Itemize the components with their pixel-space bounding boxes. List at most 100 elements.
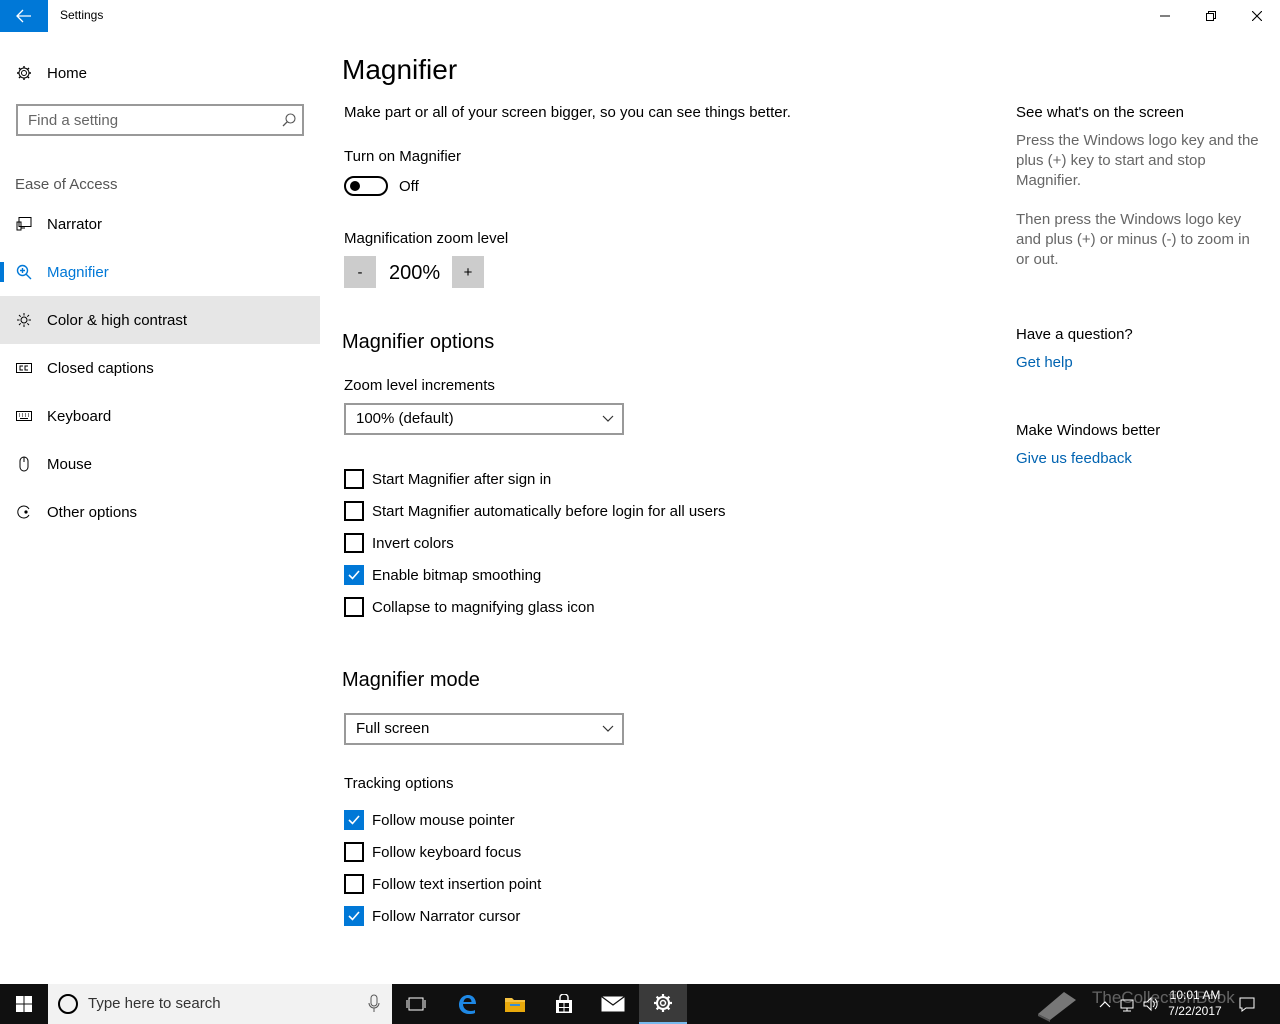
checkbox-checked[interactable] xyxy=(344,906,364,926)
mouse-icon xyxy=(15,455,33,473)
toggle-state: Off xyxy=(399,178,419,195)
folder-icon xyxy=(505,998,525,1012)
sidebar: Home Ease of Access Narrator Magnifier C… xyxy=(0,32,320,984)
tracking-keyboard-focus[interactable]: Follow keyboard focus xyxy=(344,842,521,862)
get-help-link[interactable]: Get help xyxy=(1016,354,1073,371)
checkbox-label: Follow keyboard focus xyxy=(372,843,522,861)
sidebar-item-closed-captions[interactable]: Closed captions xyxy=(0,344,320,392)
dropdown-value: Full screen xyxy=(356,720,430,737)
sidebar-item-label: Keyboard xyxy=(47,407,112,425)
window-title: Settings xyxy=(60,8,104,22)
action-center-icon[interactable] xyxy=(1238,995,1256,1013)
restore-button[interactable] xyxy=(1188,0,1234,32)
checkbox[interactable] xyxy=(344,501,364,521)
sidebar-home[interactable]: Home xyxy=(0,56,320,90)
see-screen-heading: See what's on the screen xyxy=(1016,104,1184,121)
checkbox-label: Follow mouse pointer xyxy=(372,811,515,829)
tracking-text-insertion[interactable]: Follow text insertion point xyxy=(344,874,541,894)
checkbox-checked[interactable] xyxy=(344,565,364,585)
checkmark-icon xyxy=(348,911,360,921)
taskbar-search-placeholder: Type here to search xyxy=(88,995,221,1012)
clock[interactable]: 10:01 AM 7/22/2017 xyxy=(1160,987,1230,1019)
tracking-mouse-pointer[interactable]: Follow mouse pointer xyxy=(344,810,515,830)
clock-time: 10:01 AM xyxy=(1169,988,1221,1002)
options-heading: Magnifier options xyxy=(342,331,495,353)
sidebar-item-label: Closed captions xyxy=(47,359,154,377)
other-options-icon xyxy=(15,503,33,521)
find-setting-input[interactable] xyxy=(28,111,268,129)
tracking-narrator-cursor[interactable]: Follow Narrator cursor xyxy=(344,906,520,926)
find-setting-box[interactable] xyxy=(16,104,304,136)
see-screen-text-1: Press the Windows logo key and the plus … xyxy=(1016,132,1259,189)
main-content: Magnifier Make part or all of your scree… xyxy=(320,32,980,984)
close-button[interactable] xyxy=(1234,0,1280,32)
dropdown-value: 100% (default) xyxy=(356,410,454,427)
option-start-before-login[interactable]: Start Magnifier automatically before log… xyxy=(344,501,726,521)
sidebar-item-magnifier[interactable]: Magnifier xyxy=(0,248,320,296)
back-button[interactable] xyxy=(0,0,48,32)
store-app[interactable] xyxy=(540,984,588,1024)
sidebar-item-label: Narrator xyxy=(47,215,103,233)
task-view-button[interactable] xyxy=(392,984,440,1024)
page-title: Magnifier xyxy=(342,54,458,85)
zoom-increments-dropdown[interactable]: 100% (default) xyxy=(344,403,624,435)
mail-app[interactable] xyxy=(589,984,637,1024)
option-bitmap-smoothing[interactable]: Enable bitmap smoothing xyxy=(344,565,541,585)
keyboard-icon xyxy=(15,407,33,425)
tracking-label: Tracking options xyxy=(344,775,454,792)
option-collapse-glass-icon[interactable]: Collapse to magnifying glass icon xyxy=(344,597,595,617)
mode-heading: Magnifier mode xyxy=(342,669,480,691)
magnifier-mode-dropdown[interactable]: Full screen xyxy=(344,713,624,745)
sidebar-item-keyboard[interactable]: Keyboard xyxy=(0,392,320,440)
checkbox-label: Follow Narrator cursor xyxy=(372,907,521,925)
sidebar-item-color-high-contrast[interactable]: Color & high contrast xyxy=(0,296,320,344)
page-description: Make part or all of your screen bigger, … xyxy=(344,104,791,121)
brightness-icon xyxy=(15,311,33,329)
start-button[interactable] xyxy=(0,984,48,1024)
checkbox[interactable] xyxy=(344,533,364,553)
taskbar: Type here to search TheCollectionBook 10… xyxy=(0,984,1280,1024)
file-explorer-app[interactable] xyxy=(491,984,539,1024)
sidebar-home-label: Home xyxy=(47,64,88,82)
zoom-in-button[interactable]: + xyxy=(452,256,484,288)
minimize-button[interactable] xyxy=(1142,0,1188,32)
sidebar-item-narrator[interactable]: Narrator xyxy=(0,200,320,248)
feedback-link[interactable]: Give us feedback xyxy=(1016,450,1132,467)
checkbox-checked[interactable] xyxy=(344,810,364,830)
watermark-book-icon xyxy=(1038,992,1076,1022)
checkbox-label: Start Magnifier automatically before log… xyxy=(372,502,726,520)
checkbox[interactable] xyxy=(344,874,364,894)
magnifier-toggle[interactable] xyxy=(344,176,388,196)
windows-logo-icon xyxy=(16,996,32,1012)
settings-gear-icon xyxy=(654,994,672,1012)
restore-icon xyxy=(1206,11,1216,21)
checkbox[interactable] xyxy=(344,597,364,617)
back-arrow-icon xyxy=(16,9,31,23)
edge-app[interactable] xyxy=(443,984,491,1024)
make-better-heading: Make Windows better xyxy=(1016,422,1161,439)
option-start-after-sign-in[interactable]: Start Magnifier after sign in xyxy=(344,469,551,489)
question-heading: Have a question? xyxy=(1016,326,1133,343)
chevron-down-icon xyxy=(602,415,614,422)
sidebar-item-mouse[interactable]: Mouse xyxy=(0,440,320,488)
checkbox[interactable] xyxy=(344,469,364,489)
network-icon[interactable] xyxy=(1118,995,1136,1013)
checkbox[interactable] xyxy=(344,842,364,862)
chevron-down-icon xyxy=(602,725,614,732)
settings-app[interactable] xyxy=(639,984,687,1024)
option-invert-colors[interactable]: Invert colors xyxy=(344,533,454,553)
edge-icon xyxy=(459,995,476,1014)
tray-chevron-up-icon[interactable] xyxy=(1096,995,1114,1013)
title-bar: Settings xyxy=(0,0,1280,32)
taskbar-search-box[interactable]: Type here to search xyxy=(48,984,392,1024)
search-icon[interactable] xyxy=(282,113,296,127)
right-panel: See what's on the screen Press the Windo… xyxy=(1016,32,1276,984)
sidebar-item-label: Color & high contrast xyxy=(47,311,188,329)
magnifier-icon xyxy=(15,263,33,281)
microphone-icon[interactable] xyxy=(368,994,380,1014)
volume-icon[interactable] xyxy=(1142,995,1160,1013)
task-view-icon xyxy=(406,997,426,1011)
zoom-out-button[interactable]: - xyxy=(344,256,376,288)
zoom-value: 200% xyxy=(389,262,441,284)
sidebar-item-other-options[interactable]: Other options xyxy=(0,488,320,536)
